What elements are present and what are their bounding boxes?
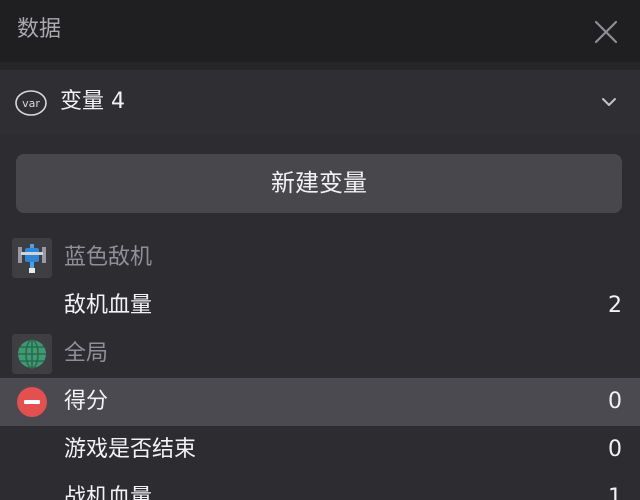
chevron-down-icon <box>602 98 616 106</box>
variable-row[interactable]: 敌机血量 2 <box>0 282 640 330</box>
new-variable-button[interactable]: 新建变量 <box>16 154 622 213</box>
group-name: 蓝色敌机 <box>64 245 153 270</box>
globe-graphic <box>18 339 46 369</box>
close-icon[interactable] <box>592 18 620 46</box>
group-name: 全局 <box>64 341 109 366</box>
variable-row[interactable]: 游戏是否结束 0 <box>0 426 640 474</box>
variable-value: 0 <box>608 389 622 414</box>
panel-header: 数据 <box>0 0 640 62</box>
variable-name: 战机血量 <box>64 485 153 500</box>
variable-selector[interactable]: var 变量 4 <box>0 70 640 134</box>
data-panel: 数据 var 变量 4 新建变量 蓝色敌机 敌机血量 2 全局 得分 0 游戏是… <box>0 0 640 500</box>
group-header-blue-enemy: 蓝色敌机 <box>0 234 640 282</box>
variable-name: 敌机血量 <box>64 293 153 318</box>
variable-selector-label: 变量 4 <box>60 89 125 114</box>
header-divider <box>0 62 640 70</box>
plane-sprite-graphic <box>18 244 46 273</box>
variable-icon: var <box>15 90 47 116</box>
variable-value: 1 <box>608 485 622 500</box>
delete-icon[interactable] <box>16 386 48 418</box>
blue-enemy-plane-sprite-icon <box>12 238 52 278</box>
variable-icon-text: var <box>22 97 40 110</box>
variable-name: 得分 <box>64 389 109 414</box>
variable-row-selected[interactable]: 得分 0 <box>0 378 640 426</box>
panel-title: 数据 <box>17 17 62 42</box>
group-header-global: 全局 <box>0 330 640 378</box>
variables-list: 新建变量 蓝色敌机 敌机血量 2 全局 得分 0 游戏是否结束 0 战机血量 1 <box>0 134 640 500</box>
variable-value: 0 <box>608 437 622 462</box>
variable-value: 2 <box>608 293 622 318</box>
variable-row[interactable]: 战机血量 1 <box>0 474 640 500</box>
variable-name: 游戏是否结束 <box>64 437 197 462</box>
globe-icon <box>12 334 52 374</box>
